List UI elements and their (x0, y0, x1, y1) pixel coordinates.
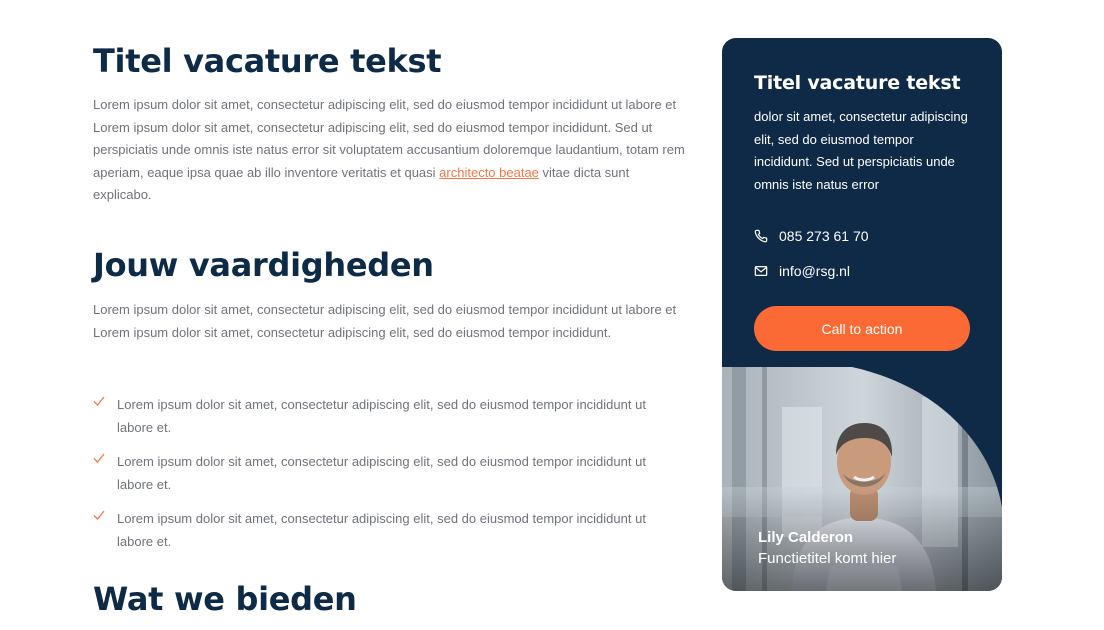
person-name: Lily Calderon (758, 529, 854, 546)
section-heading-vacature: Titel vacature tekst (93, 42, 442, 80)
contact-phone[interactable]: 085 273 61 70 (754, 228, 869, 244)
skills-list: Lorem ipsum dolor sit amet, consectetur … (93, 393, 685, 564)
call-to-action-button[interactable]: Call to action (754, 306, 970, 351)
phone-icon (754, 229, 768, 243)
envelope-icon (754, 266, 768, 276)
list-item: Lorem ipsum dolor sit amet, consectetur … (93, 450, 685, 496)
vacature-paragraph: Lorem ipsum dolor sit amet, consectetur … (93, 94, 685, 207)
card-title: Titel vacature tekst (754, 72, 961, 94)
person-role: Functietitel komt hier (758, 550, 897, 567)
inline-link[interactable]: architecto beatae (439, 165, 539, 180)
card-description: dolor sit amet, consectetur adipiscing e… (754, 109, 968, 192)
list-item: Lorem ipsum dolor sit amet, consectetur … (93, 507, 685, 553)
vaardigheden-paragraph: Lorem ipsum dolor sit amet, consectetur … (93, 302, 677, 340)
contact-email[interactable]: info@rsg.nl (754, 263, 850, 279)
section-heading-bieden: Wat we bieden (93, 580, 357, 618)
list-item-text: Lorem ipsum dolor sit amet, consectetur … (117, 397, 646, 435)
section-heading-vaardigheden: Jouw vaardigheden (93, 246, 434, 284)
phone-number: 085 273 61 70 (779, 228, 869, 244)
check-icon (93, 453, 105, 463)
check-icon (93, 510, 105, 520)
list-item-text: Lorem ipsum dolor sit amet, consectetur … (117, 511, 646, 549)
email-address: info@rsg.nl (779, 263, 851, 279)
check-icon (93, 396, 105, 406)
vacancy-card: Titel vacature tekst dolor sit amet, con… (722, 38, 1002, 591)
list-item-text: Lorem ipsum dolor sit amet, consectetur … (117, 454, 646, 492)
list-item: Lorem ipsum dolor sit amet, consectetur … (93, 393, 685, 439)
